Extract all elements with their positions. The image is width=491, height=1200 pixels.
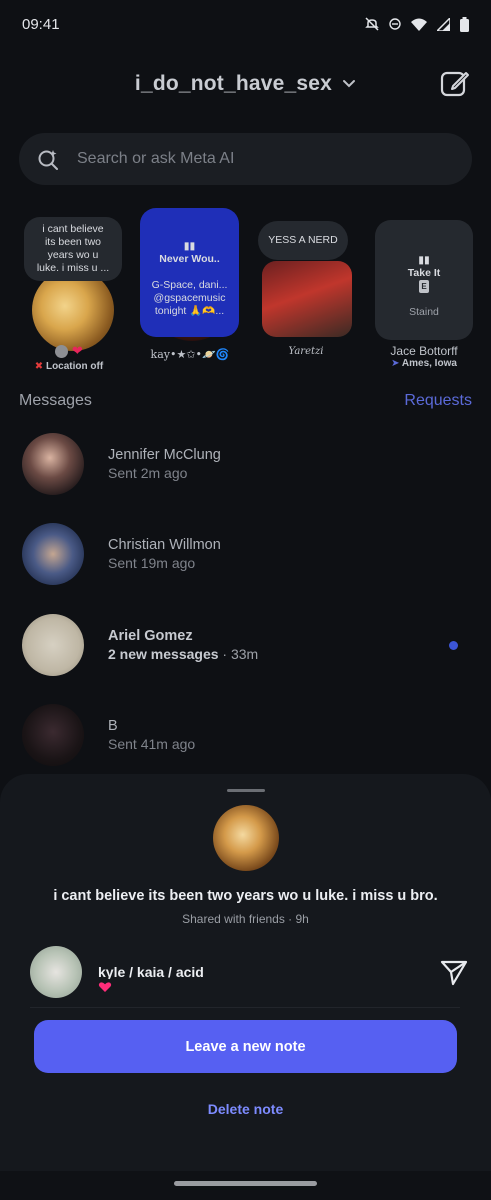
status-time: 09:41 [22, 15, 60, 33]
note-bubble: ▮▮ Take It E Staind [375, 220, 473, 340]
meta-ai-search-icon [38, 150, 58, 170]
account-name: i_do_not_have_sex [134, 72, 333, 95]
battery-icon [460, 16, 469, 32]
note-emojis: ❤ [14, 343, 124, 359]
thread-row[interactable]: B Sent 41m ago [22, 703, 471, 767]
notifications-muted-icon [365, 17, 379, 31]
compose-icon[interactable] [439, 68, 471, 100]
moon-icon [55, 345, 69, 359]
account-switcher[interactable]: i_do_not_have_sex [135, 72, 356, 96]
location-off-icon: ✖ [34, 361, 44, 372]
messages-title: Messages [19, 392, 92, 409]
search-input[interactable]: Search or ask Meta AI [77, 150, 234, 168]
note-bubble: YESS A NERD [258, 221, 348, 260]
header: i_do_not_have_sex [0, 56, 491, 112]
explicit-badge: E [419, 280, 429, 293]
thread-name: Jennifer McClung [108, 447, 221, 463]
shared-info: Shared with friends · 9h [182, 912, 309, 926]
status-icons [365, 16, 469, 32]
note-bubble: i cant believe its been two years wo u l… [24, 217, 122, 281]
status-bar: 09:41 [0, 0, 491, 48]
avatar [32, 269, 114, 351]
avatar [22, 433, 84, 495]
messages-header: Messages Requests [19, 390, 472, 412]
requests-link[interactable]: Requests [404, 392, 472, 410]
thread-time: · 33m [222, 646, 259, 662]
note-own[interactable]: i cant believe its been two years wo u l… [14, 205, 124, 375]
note-bubble: ▮▮ Never Wou.. G-Space, dani... @gspacem… [140, 208, 239, 337]
search-bar[interactable]: Search or ask Meta AI [19, 133, 472, 185]
signal-icon [437, 17, 450, 31]
heart-icon [96, 978, 114, 996]
note-yaretzi[interactable]: YESS A NERD Yaretzi [257, 205, 367, 375]
thread-meta: 2 new messages · 33m [108, 646, 259, 662]
music-note-line: ▮▮ Take It E [407, 254, 441, 293]
heart-icon: ❤ [71, 343, 83, 358]
unread-dot [449, 641, 458, 650]
music-note-line: ▮▮ Never Wou.. [159, 240, 220, 265]
thread-name: B [108, 718, 118, 734]
note-name: Yaretzi [288, 346, 324, 357]
music-bars-icon: ▮▮ [183, 240, 196, 252]
thread-meta: Sent 2m ago [108, 465, 188, 481]
thread-name: Ariel Gomez [108, 628, 193, 644]
home-indicator[interactable] [174, 1181, 317, 1186]
thread-name: Christian Willmon [108, 537, 221, 553]
thread-row[interactable]: Ariel Gomez 2 new messages · 33m [22, 613, 471, 677]
system-nav-bar [0, 1171, 491, 1200]
thread-row[interactable]: Christian Willmon Sent 19m ago [22, 522, 471, 586]
chevron-down-icon [343, 80, 356, 88]
note-location: ✖ Location off [34, 361, 104, 372]
location-arrow-icon: ➤ [391, 358, 400, 369]
delete-note-button[interactable]: Delete note [0, 1101, 491, 1117]
thread-row[interactable]: Jennifer McClung Sent 2m ago [22, 432, 471, 496]
avatar [30, 946, 82, 998]
note-name: Jace Bottorff [390, 344, 458, 358]
avatar [262, 261, 352, 337]
avatar [22, 704, 84, 766]
notes-row: i cant believe its been two years wo u l… [0, 205, 491, 380]
thread-meta: Sent 19m ago [108, 555, 196, 571]
note-text: i cant believe its been two years wo u l… [53, 888, 438, 904]
avatar [22, 614, 84, 676]
drag-handle[interactable] [227, 789, 265, 792]
divider [30, 1007, 460, 1008]
thread-meta: Sent 41m ago [108, 736, 196, 752]
leave-new-note-button[interactable]: Leave a new note [34, 1020, 457, 1073]
music-bars-icon: ▮▮ [418, 254, 430, 266]
avatar [22, 523, 84, 585]
note-bottom-sheet: i cant believe its been two years wo u l… [0, 774, 491, 1200]
avatar [213, 805, 279, 871]
note-location: ➤ Ames, Iowa [391, 358, 457, 369]
reply-row[interactable]: kyle / kaia / acid [30, 944, 470, 1000]
wifi-icon [411, 18, 427, 31]
do-not-disturb-icon [389, 18, 401, 30]
note-name: kay•★✩•🪐🌀 [150, 348, 230, 361]
send-icon[interactable] [438, 956, 470, 988]
note-jace[interactable]: ▮▮ Take It E Staind Jace Bottorff ➤ Ames… [373, 205, 483, 375]
note-kay[interactable]: ▮▮ Never Wou.. G-Space, dani... @gspacem… [135, 205, 245, 375]
